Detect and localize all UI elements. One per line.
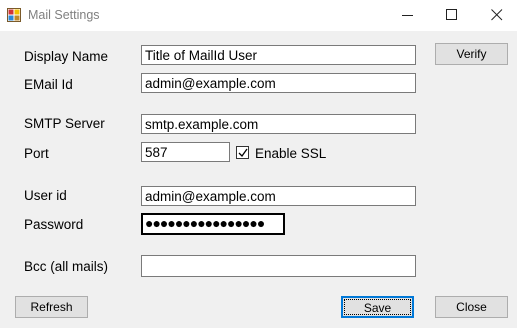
port-field[interactable]: 587 xyxy=(141,142,230,162)
app-icon xyxy=(7,8,21,22)
close-button[interactable]: Close xyxy=(435,296,508,318)
minimize-button[interactable] xyxy=(385,0,431,31)
title-bar: Mail Settings xyxy=(0,0,517,31)
display-name-field[interactable]: Title of MailId User xyxy=(141,45,416,65)
close-window-button[interactable] xyxy=(474,0,517,31)
bcc-label: Bcc (all mails) xyxy=(24,259,109,274)
close-icon xyxy=(491,9,503,21)
enable-ssl-checkbox[interactable] xyxy=(236,146,249,159)
checkmark-icon xyxy=(238,148,248,158)
window-title: Mail Settings xyxy=(28,8,100,22)
display-name-label: Display Name xyxy=(24,49,109,64)
bcc-field[interactable] xyxy=(141,255,416,277)
save-button-label: Save xyxy=(344,299,411,315)
maximize-button[interactable] xyxy=(429,0,475,31)
verify-button[interactable]: Verify xyxy=(435,43,508,65)
refresh-button[interactable]: Refresh xyxy=(15,296,88,318)
maximize-icon xyxy=(446,9,457,20)
user-id-label: User id xyxy=(24,188,67,203)
email-id-field[interactable]: admin@example.com xyxy=(141,73,416,93)
user-id-field[interactable]: admin@example.com xyxy=(141,186,416,206)
save-button[interactable]: Save xyxy=(341,296,414,318)
smtp-server-label: SMTP Server xyxy=(24,116,105,131)
email-id-label: EMail Id xyxy=(24,77,73,92)
password-label: Password xyxy=(24,217,84,232)
minimize-icon xyxy=(402,15,413,16)
enable-ssl-label[interactable]: Enable SSL xyxy=(255,146,326,161)
password-field[interactable]: ●●●●●●●●●●●●●●●● xyxy=(141,213,285,235)
smtp-server-field[interactable]: smtp.example.com xyxy=(141,114,416,134)
port-label: Port xyxy=(24,146,49,161)
